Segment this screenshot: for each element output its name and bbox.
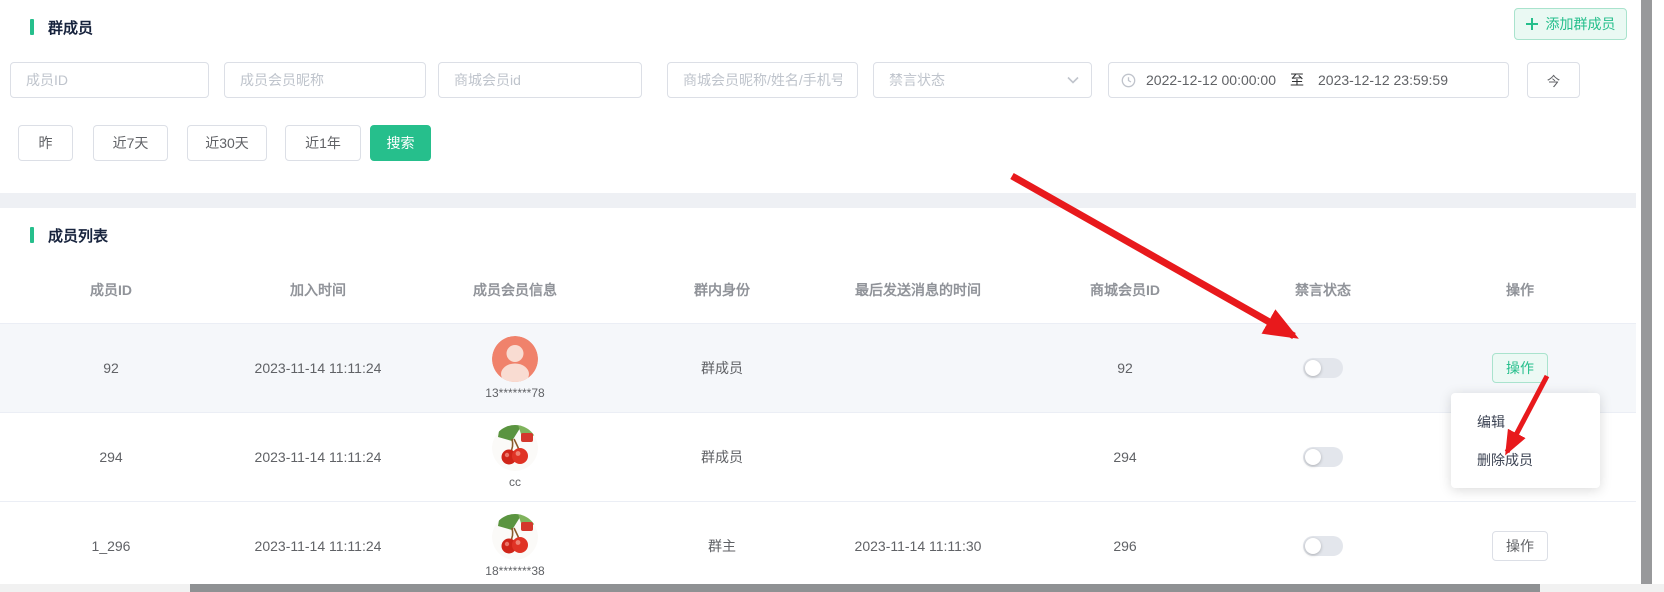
mall-member-id-input[interactable] [438, 62, 642, 98]
range-1year-button[interactable]: 近1年 [285, 125, 361, 161]
mute-toggle[interactable] [1303, 536, 1343, 556]
mute-status-placeholder: 禁言状态 [889, 70, 945, 90]
mute-toggle[interactable] [1303, 358, 1343, 378]
col-last-message-time: 最后发送消息的时间 [828, 280, 1008, 300]
cell-role: 群成员 [616, 358, 828, 378]
col-mall-member-id: 商城会员ID [1008, 280, 1242, 300]
mall-member-search-input[interactable] [667, 62, 858, 98]
col-mute-status: 禁言状态 [1242, 280, 1404, 300]
member-list-panel: 成员列表 成员ID 加入时间 成员会员信息 群内身份 最后发送消息的时间 商城会… [0, 208, 1636, 584]
date-separator: 至 [1290, 70, 1304, 90]
dropdown-edit-item[interactable]: 编辑 [1451, 403, 1600, 441]
table-header-row: 成员ID 加入时间 成员会员信息 群内身份 最后发送消息的时间 商城会员ID 禁… [0, 256, 1636, 324]
col-group-role: 群内身份 [616, 280, 828, 300]
filter-bar: 禁言状态 2022-12-12 00:00:00 至 2023-12-12 23… [10, 62, 1580, 98]
table-row: 92 2023-11-14 11:11:24 13*******78 群成员 9 [0, 324, 1636, 413]
member-nickname: 13*******78 [485, 386, 544, 400]
cell-role: 群主 [616, 536, 828, 556]
add-button-label: 添加群成员 [1546, 14, 1616, 34]
cell-join-time: 2023-11-14 11:11:24 [222, 449, 414, 465]
row-action-button[interactable]: 操作 [1492, 353, 1548, 383]
cell-role: 群成员 [616, 447, 828, 467]
search-button[interactable]: 搜索 [370, 125, 431, 161]
member-list-title: 成员列表 [30, 224, 1636, 246]
mute-toggle[interactable] [1303, 447, 1343, 467]
cell-mall-member-id: 296 [1008, 538, 1242, 554]
member-info: 18*******38 [414, 514, 616, 578]
add-group-member-button[interactable]: 添加群成员 [1514, 8, 1627, 40]
member-list-title-text: 成员列表 [48, 225, 108, 246]
table-row: 294 2023-11-14 11:11:24 [0, 413, 1636, 502]
cell-mall-member-id: 92 [1008, 360, 1242, 376]
plus-icon [1526, 18, 1538, 30]
cell-join-time: 2023-11-14 11:11:24 [222, 360, 414, 376]
cell-member-id: 1_296 [0, 538, 222, 554]
chevron-down-icon [1067, 76, 1079, 84]
range-30days-button[interactable]: 近30天 [187, 125, 267, 161]
table-row: 1_296 2023-11-14 11:11:24 [0, 502, 1636, 584]
title-accent-bar [30, 227, 34, 243]
mute-status-select[interactable]: 禁言状态 [873, 62, 1092, 98]
col-member-info: 成员会员信息 [414, 280, 616, 300]
cell-member-id: 294 [0, 449, 222, 465]
member-table: 成员ID 加入时间 成员会员信息 群内身份 最后发送消息的时间 商城会员ID 禁… [0, 256, 1636, 584]
clock-icon [1121, 73, 1136, 88]
dropdown-delete-member-item[interactable]: 删除成员 [1451, 441, 1600, 479]
page-title-text: 群成员 [48, 17, 93, 38]
title-accent-bar [30, 19, 34, 35]
range-yesterday-button[interactable]: 昨 [18, 125, 73, 161]
action-dropdown-menu: 编辑 删除成员 [1451, 393, 1600, 488]
cell-mall-member-id: 294 [1008, 449, 1242, 465]
member-nickname: 18*******38 [485, 564, 544, 578]
horizontal-scrollbar[interactable] [0, 584, 1664, 592]
default-person-avatar [492, 336, 538, 382]
group-member-panel: 群成员 添加群成员 禁言状态 2022-12-12 00:00:00 至 202… [0, 0, 1636, 193]
cell-member-id: 92 [0, 360, 222, 376]
page-title: 群成员 [30, 16, 1636, 38]
member-id-input[interactable] [10, 62, 209, 98]
cherry-avatar-image [492, 514, 538, 560]
date-end-value: 2023-12-12 23:59:59 [1318, 72, 1448, 88]
cell-last-message-time: 2023-11-14 11:11:30 [828, 538, 1008, 554]
horizontal-scrollbar-thumb[interactable] [190, 584, 1540, 592]
section-divider [0, 193, 1636, 208]
member-nickname-input[interactable] [224, 62, 426, 98]
col-join-time: 加入时间 [222, 280, 414, 300]
member-nickname: cc [509, 475, 521, 489]
quick-range-bar: 昨 近7天 近30天 近1年 搜索 [18, 125, 431, 161]
col-actions: 操作 [1404, 280, 1636, 300]
row-action-button[interactable]: 操作 [1492, 531, 1548, 561]
today-button[interactable]: 今 [1527, 62, 1580, 98]
col-member-id: 成员ID [0, 280, 222, 300]
range-7days-button[interactable]: 近7天 [93, 125, 168, 161]
member-info: cc [414, 425, 616, 489]
cell-join-time: 2023-11-14 11:11:24 [222, 538, 414, 554]
date-range-picker[interactable]: 2022-12-12 00:00:00 至 2023-12-12 23:59:5… [1108, 62, 1509, 98]
vertical-scrollbar[interactable] [1641, 0, 1652, 584]
member-info: 13*******78 [414, 336, 616, 400]
date-start-value: 2022-12-12 00:00:00 [1146, 72, 1276, 88]
cherry-avatar-image [492, 425, 538, 471]
